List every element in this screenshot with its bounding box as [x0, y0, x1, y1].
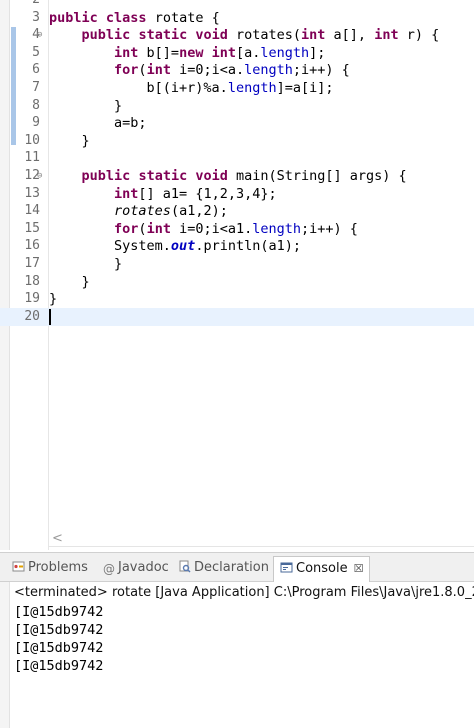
console-output-line: [I@15db9742 [14, 640, 104, 656]
declaration-icon [178, 559, 191, 573]
fold-collapse-icon[interactable]: ⊖ [37, 167, 42, 185]
line-number: 18 [24, 273, 40, 289]
tab-label: Javadoc [118, 560, 169, 575]
console-output-line: [I@15db9742 [14, 604, 104, 620]
code-line[interactable]: 19} [0, 290, 474, 308]
console-status: <terminated> rotate [Java Application] C… [14, 585, 474, 600]
code-line[interactable]: 11 [0, 149, 474, 167]
code-editor[interactable]: 23public class rotate {4⊖ public static … [0, 0, 474, 550]
horizontal-scrollbar[interactable] [48, 546, 474, 547]
code-text[interactable]: } [49, 255, 122, 273]
code-text[interactable]: int b[]=new int[a.length]; [49, 44, 325, 62]
code-line[interactable]: 17 } [0, 255, 474, 273]
code-text[interactable]: public static void main(String[] args) { [49, 167, 407, 185]
code-line[interactable]: 14 rotates(a1,2); [0, 202, 474, 220]
tab-declaration[interactable]: Declaration [178, 557, 269, 579]
tab-label: Declaration [194, 560, 269, 575]
code-text[interactable]: } [49, 132, 90, 150]
scroll-left-arrow-icon[interactable]: < [52, 531, 63, 546]
tab-label: Problems [28, 560, 88, 575]
line-number: 9 [32, 115, 40, 131]
tab-problems[interactable]: Problems [12, 557, 88, 579]
code-line[interactable]: 3 public class rotate { [0, 9, 474, 27]
line-number: 16 [24, 238, 40, 254]
line-number: 3 [32, 9, 40, 25]
line-number: 7 [32, 80, 40, 95]
code-line[interactable]: 15 for(int i=0;i<a1.length;i++) { [0, 220, 474, 238]
line-number: 11 [24, 150, 40, 166]
line-number: 8 [32, 97, 40, 113]
line-number: 5 [32, 44, 40, 60]
line-number: 20 [24, 308, 40, 324]
line-number: 6 [32, 62, 40, 78]
code-text[interactable]: public static void rotates(int a[], int … [49, 26, 440, 44]
tab-javadoc[interactable]: @ Javadoc [103, 557, 169, 579]
code-text[interactable]: public class rotate { [49, 9, 220, 27]
code-text[interactable]: int[] a1= {1,2,3,4}; [49, 185, 277, 203]
code-line[interactable]: 9 a=b; [0, 114, 474, 132]
code-text[interactable]: for(int i=0;i<a.length;i++) { [49, 61, 350, 79]
code-text[interactable]: } [49, 97, 122, 115]
close-icon[interactable]: ☒ [354, 562, 364, 575]
problems-icon [12, 559, 25, 572]
code-text[interactable]: rotates(a1,2); [49, 202, 228, 220]
code-line[interactable]: 20 [0, 307, 474, 326]
code-text[interactable]: a=b; [49, 114, 147, 132]
at-icon: @ [103, 562, 115, 576]
code-text[interactable] [49, 308, 51, 326]
code-text[interactable]: } [49, 290, 57, 308]
console-output-line: [I@15db9742 [14, 622, 104, 638]
code-line[interactable]: 8 } [0, 97, 474, 115]
line-number: 13 [24, 185, 40, 201]
code-text[interactable]: b[(i+r)%a.length]=a[i]; [49, 79, 334, 97]
console-output-line: [I@15db9742 [14, 658, 104, 674]
code-line[interactable]: 18 } [0, 273, 474, 291]
code-line[interactable]: 6 for(int i=0;i<a.length;i++) { [0, 61, 474, 79]
code-line[interactable]: 7 b[(i+r)%a.length]=a[i]; [0, 79, 474, 97]
code-line[interactable]: 5 int b[]=new int[a.length]; [0, 44, 474, 62]
text-caret [49, 308, 51, 325]
line-number: 19 [24, 291, 40, 307]
console-icon [280, 559, 293, 573]
line-number: 17 [24, 256, 40, 271]
fold-collapse-icon[interactable]: ⊖ [37, 26, 42, 44]
code-text[interactable]: for(int i=0;i<a1.length;i++) { [49, 220, 358, 238]
tab-label: Console [296, 561, 348, 576]
line-number: 15 [24, 220, 40, 236]
code-line[interactable]: 16 System.out.println(a1); [0, 237, 474, 255]
tab-console[interactable]: Console ☒ [273, 556, 371, 582]
code-line[interactable]: 4 ⊖ public static void rotates(int a[], i… [0, 26, 474, 44]
line-number: 10 [24, 132, 40, 148]
console-view: Problems @ Javadoc Declaration Console ☒ <… [0, 552, 474, 728]
code-line[interactable]: 13 int[] a1= {1,2,3,4}; [0, 185, 474, 203]
code-text[interactable]: System.out.println(a1); [49, 237, 301, 255]
line-number: 14 [24, 203, 40, 219]
code-text[interactable]: } [49, 273, 90, 291]
view-tab-bar: Problems @ Javadoc Declaration Console ☒ [0, 552, 474, 582]
console-left-margin [0, 582, 10, 728]
code-line[interactable]: 12 ⊖ public static void main(String[] arg… [0, 167, 474, 185]
code-line[interactable]: 10 } [0, 132, 474, 150]
